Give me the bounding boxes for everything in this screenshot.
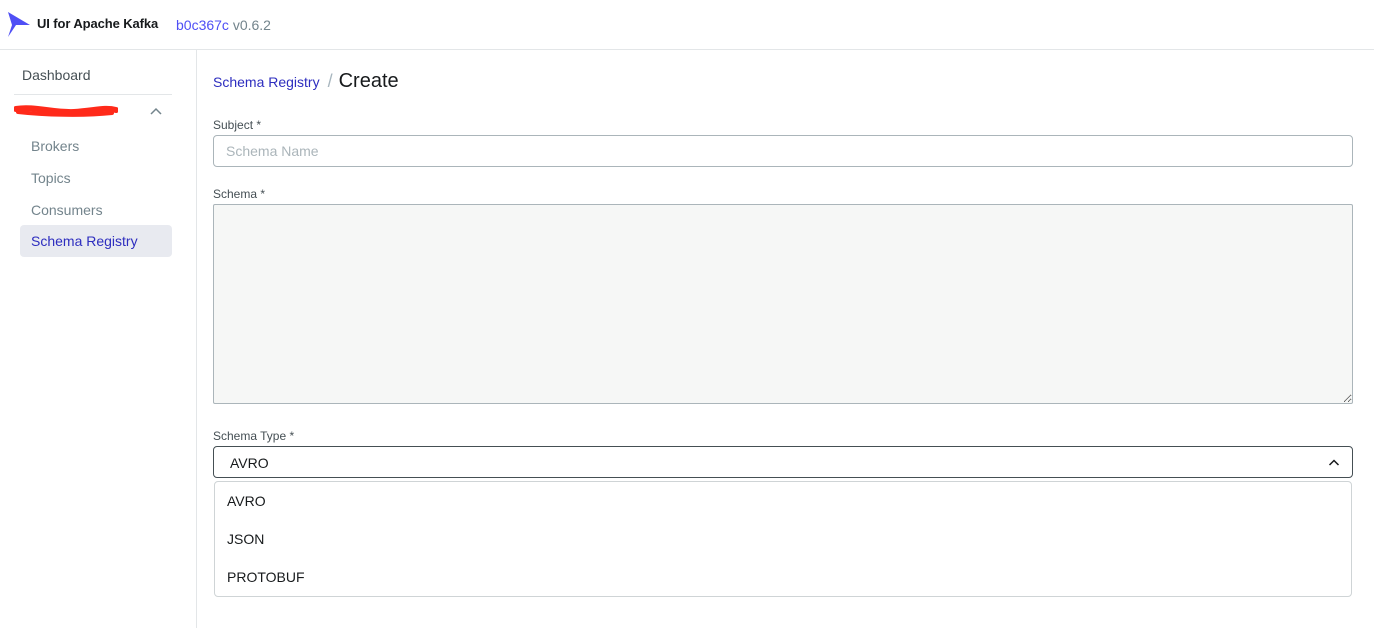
sidebar-item-consumers[interactable]: Consumers <box>20 194 172 226</box>
sidebar: Dashboard Brokers Topics Consumers Schem… <box>0 50 197 628</box>
schema-type-dropdown: AVRO JSON PROTOBUF <box>214 481 1352 597</box>
sidebar-item-brokers[interactable]: Brokers <box>20 130 172 162</box>
version-label: v0.6.2 <box>232 17 271 33</box>
chevron-up-icon[interactable] <box>149 106 163 116</box>
sidebar-item-dashboard[interactable]: Dashboard <box>22 67 91 83</box>
redaction-scribble <box>14 105 118 117</box>
app-title[interactable]: UI for Apache Kafka <box>37 16 158 31</box>
breadcrumb: Schema Registry / Create <box>213 70 399 96</box>
option-avro[interactable]: AVRO <box>227 482 1337 520</box>
sidebar-divider <box>14 94 172 95</box>
schema-type-label: Schema Type * <box>213 429 295 443</box>
chevron-up-icon <box>1328 459 1340 466</box>
commit-link[interactable]: b0c367c <box>176 17 229 33</box>
schema-type-selected-value: AVRO <box>230 455 269 471</box>
sidebar-item-schema-registry[interactable]: Schema Registry <box>20 225 172 257</box>
schema-type-select[interactable]: AVRO <box>213 446 1353 478</box>
subject-label: Subject * <box>213 118 262 132</box>
schema-label: Schema * <box>213 187 266 201</box>
sidebar-item-topics[interactable]: Topics <box>20 162 172 194</box>
option-json[interactable]: JSON <box>227 520 1337 558</box>
version-info: b0c367c v0.6.2 <box>176 17 271 33</box>
breadcrumb-separator: / <box>327 71 333 91</box>
page-title: Create <box>338 70 399 92</box>
option-protobuf[interactable]: PROTOBUF <box>227 558 1337 596</box>
breadcrumb-schema-registry[interactable]: Schema Registry <box>213 74 320 90</box>
kafka-logo-icon[interactable] <box>7 10 31 38</box>
schema-textarea[interactable] <box>213 204 1353 404</box>
subject-input[interactable] <box>213 135 1353 167</box>
top-navbar: UI for Apache Kafka b0c367c v0.6.2 <box>0 0 1374 50</box>
